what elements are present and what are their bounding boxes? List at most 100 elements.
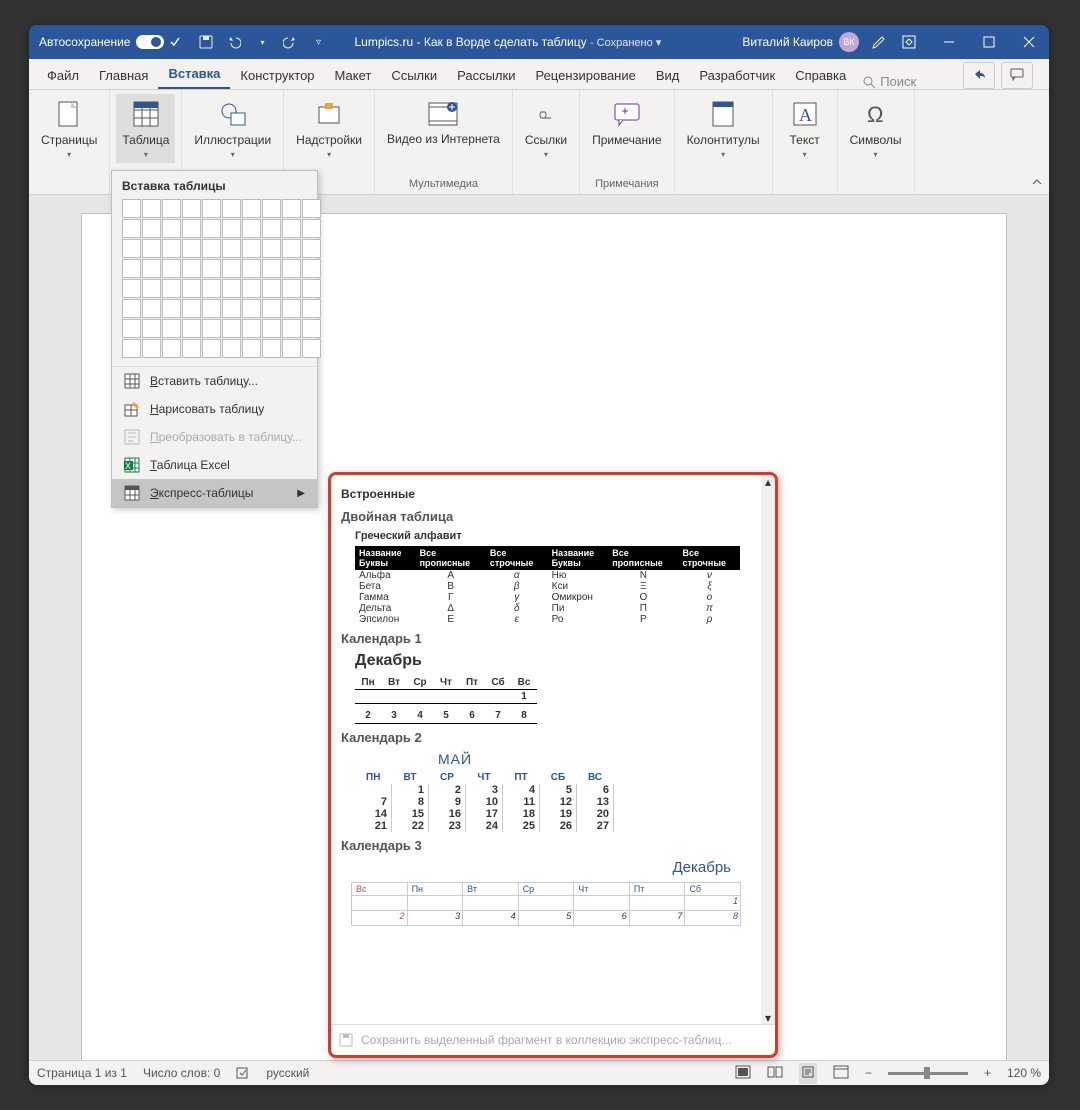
tab-view[interactable]: Вид [646,62,690,89]
chevron-down-icon[interactable]: ▾ [252,32,272,52]
headerfooter-button[interactable]: Колонтитулы▾ [681,94,766,163]
cal1-r1: 1 [355,690,537,704]
tab-review[interactable]: Рецензирование [525,62,645,89]
undo-icon[interactable] [224,32,244,52]
zoom-slider[interactable] [888,1072,968,1075]
shapes-icon [217,98,249,130]
tab-file[interactable]: Файл [37,62,89,89]
draw-table-item[interactable]: Нарисовать таблицу [112,395,317,423]
web-view-icon[interactable] [833,1065,849,1082]
quick-access-toolbar: ▾ ▿ [190,32,334,52]
quick-tables-gallery: Встроенные Двойная таблица Греческий алф… [328,472,778,1058]
cal3-name[interactable]: Календарь 3 [341,838,751,853]
calendar3[interactable]: Декабрь ВсПнВтСрЧтПтСб12345678 [341,859,751,926]
links-button[interactable]: Ссылки▾ [519,94,573,163]
save-icon [339,1033,353,1047]
minimize-button[interactable] [929,25,969,59]
symbols-button[interactable]: ΩСимволы▾ [844,94,908,163]
tab-design[interactable]: Конструктор [230,62,324,89]
tab-layout[interactable]: Макет [325,62,382,89]
cal3-days: ВсПнВтСрЧтПтСб [352,883,741,896]
comment-button[interactable]: Примечание [586,94,667,151]
convert-icon [124,429,140,445]
addins-button[interactable]: Надстройки▾ [290,94,368,163]
greek-header-row: НазваниеБуквыВсепрописныеВсестрочныеНазв… [355,546,740,570]
page-status[interactable]: Страница 1 из 1 [37,1066,127,1080]
zoom-in-button[interactable]: + [984,1066,991,1080]
tab-developer[interactable]: Разработчик [689,62,785,89]
video-button[interactable]: Видео из Интернета [381,94,506,150]
page-icon [53,98,85,130]
header-icon [707,98,739,130]
language-status[interactable]: русский [266,1066,309,1080]
titlebar: Автосохранение ▾ ▿ Lumpics.ru - Как в Во… [29,25,1049,59]
check-icon [170,37,180,47]
tab-home[interactable]: Главная [89,62,158,89]
quick-tables-item[interactable]: Экспресс-таблицы▶ [112,479,317,507]
insert-table-item[interactable]: Вставить таблицу... [112,367,317,395]
gallery-body[interactable]: Встроенные Двойная таблица Греческий алф… [331,475,761,1025]
insert-rest: ставить таблицу... [158,374,258,388]
chevron-down-icon: ▾ [144,150,148,159]
save-icon[interactable] [196,32,216,52]
collapse-ribbon-button[interactable] [1025,90,1049,194]
tab-help[interactable]: Справка [785,62,856,89]
dropdown-title: Вставка таблицы [112,171,317,199]
addins-icon [313,98,345,130]
table-button[interactable]: Таблица▾ [116,94,175,163]
greek-table[interactable]: НазваниеБуквыВсепрописныеВсестрочныеНазв… [355,546,740,625]
grid-icon [124,373,140,389]
cal1-days: ПнВтСрЧтПтСбВс [355,676,537,690]
user-account[interactable]: Виталий Каиров ВК [732,32,869,52]
cal1-name[interactable]: Календарь 1 [341,631,751,646]
cal2-name[interactable]: Календарь 2 [341,730,751,745]
chevron-down-icon: ▾ [327,150,331,159]
illustrations-button[interactable]: Иллюстрации▾ [188,94,277,163]
tab-mailings[interactable]: Рассылки [447,62,525,89]
convert-rest: реобразовать в таблицу... [159,430,302,444]
excel-icon: X [124,457,140,473]
share-button[interactable] [963,62,995,89]
omega-icon: Ω [860,98,892,130]
saved-status[interactable]: - Сохранено ▾ [590,37,661,49]
excel-table-item[interactable]: XТаблица Excel [112,451,317,479]
search-box[interactable]: Поиск [856,74,922,89]
scroll-up-icon[interactable]: ▴ [763,477,773,487]
autosave-label: Автосохранение [39,35,130,49]
chevron-down-icon: ▾ [231,150,235,159]
focus-view-icon[interactable] [735,1065,751,1082]
statusbar: Страница 1 из 1 Число слов: 0 русский − … [29,1060,1049,1085]
print-view-icon[interactable] [799,1063,817,1084]
scroll-down-icon[interactable]: ▾ [763,1013,773,1023]
word-count[interactable]: Число слов: 0 [143,1066,220,1080]
chevron-down-icon: ▾ [67,150,71,159]
comments-button[interactable] [1001,62,1033,89]
calendar1[interactable]: Декабрь ПнВтСрЧтПтСбВс12345678 [355,652,751,724]
proofing-icon[interactable] [236,1065,250,1082]
close-button[interactable] [1009,25,1049,59]
redo-icon[interactable] [280,32,300,52]
svg-text:A: A [799,105,812,125]
convert-table-item: Преобразовать в таблицу... [112,423,317,451]
tab-references[interactable]: Ссылки [381,62,447,89]
zoom-value[interactable]: 120 % [1007,1066,1041,1080]
gallery-scrollbar[interactable]: ▴ ▾ [761,475,775,1025]
qat-customize-icon[interactable]: ▿ [308,32,328,52]
drawing-icon[interactable] [869,32,889,52]
greek-title: Греческий алфавит [355,530,751,542]
zoom-out-button[interactable]: − [865,1066,872,1080]
tab-insert[interactable]: Вставка [158,60,230,89]
read-view-icon[interactable] [767,1065,783,1082]
text-button[interactable]: AТекст▾ [779,94,831,163]
link-icon [530,98,562,130]
double-table-name[interactable]: Двойная таблица [341,509,751,524]
autosave-toggle[interactable] [136,35,164,49]
maximize-button[interactable] [969,25,1009,59]
table-size-grid[interactable] [112,199,317,366]
chevron-down-icon: ▾ [721,150,725,159]
calendar2[interactable]: МАЙ ПНВТСРЧТПТСБВС1234567891011121314151… [355,751,751,832]
cal3-tbl: ВсПнВтСрЧтПтСб12345678 [351,882,741,926]
autosave[interactable]: Автосохранение [29,35,190,49]
pages-button[interactable]: Страницы▾ [35,94,103,163]
ribbon-mode-button[interactable] [889,25,929,59]
